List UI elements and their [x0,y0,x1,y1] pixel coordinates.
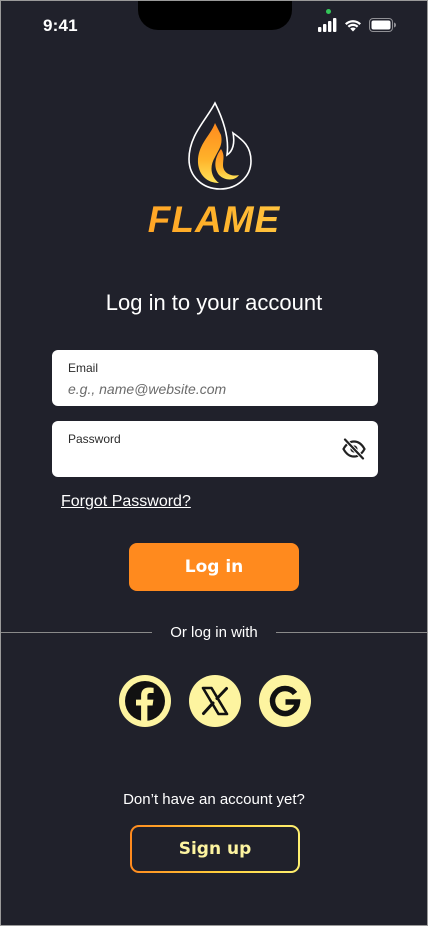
password-label: Password [68,432,121,446]
page-title: Log in to your account [105,290,323,315]
divider-left [1,632,152,633]
google-icon [269,685,301,717]
camera-indicator [326,9,331,14]
eye-off-icon[interactable] [342,438,366,460]
login-button[interactable]: Log in [129,543,299,591]
facebook-login-button[interactable] [119,675,171,727]
signup-button-label: Sign up [132,827,298,871]
x-login-button[interactable] [189,675,241,727]
device-notch [138,1,292,30]
signal-icon [318,18,337,32]
email-input[interactable] [68,379,328,399]
divider-right [276,632,427,633]
signup-prompt: Don’t have an account yet? [123,791,305,808]
brand-name: FLAME [1,199,427,241]
email-field[interactable]: Email [52,350,378,406]
signup-button[interactable]: Sign up [130,825,300,873]
password-field[interactable]: Password [52,421,378,477]
flame-icon [188,101,252,190]
status-icons [318,17,398,33]
google-login-button[interactable] [259,675,311,727]
wifi-icon [345,20,361,32]
x-icon [201,686,229,716]
password-input[interactable] [68,450,328,470]
forgot-password-link[interactable]: Forgot Password? [61,493,191,511]
social-divider-text: Or log in with [170,624,258,641]
facebook-icon [125,681,165,722]
email-label: Email [68,361,99,375]
login-screen: 9:41 FLAME Log in to your account Email … [0,0,428,926]
status-time: 9:41 [43,16,78,35]
battery-icon [369,18,396,32]
